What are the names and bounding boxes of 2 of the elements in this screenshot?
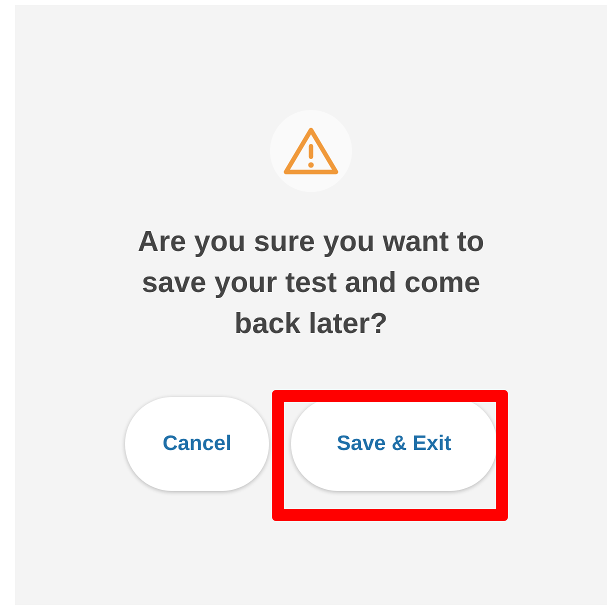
- cancel-button[interactable]: Cancel: [125, 397, 269, 491]
- dialog-message: Are you sure you want to save your test and come back later?: [136, 225, 486, 342]
